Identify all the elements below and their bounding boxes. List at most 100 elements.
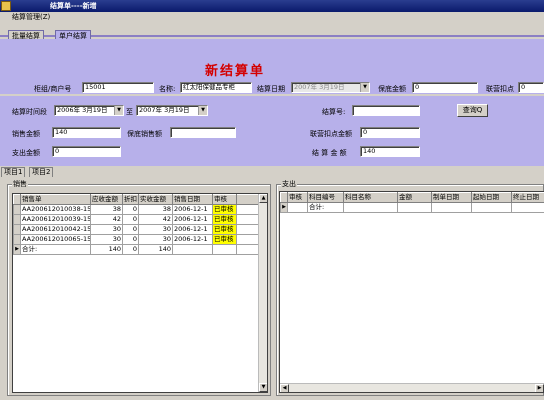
cell: AA200612010042-15 xyxy=(20,224,91,235)
tab-item1[interactable]: 项目1 xyxy=(1,167,26,177)
scroll-down-icon[interactable]: ▼ xyxy=(259,383,267,392)
period-from-picker[interactable]: 2006年 3月19日 ▼ xyxy=(54,105,124,116)
window-title-bar: 结算单----新增 xyxy=(0,0,544,12)
col-header[interactable]: 审核 xyxy=(212,194,237,205)
col-header[interactable]: 实收金额 xyxy=(138,194,173,205)
table-row[interactable]: AA200612010038-15 38 0 38 2006-12-1 已审核 xyxy=(13,204,260,215)
cell: 0 xyxy=(122,244,139,255)
status-badge: 已审核 xyxy=(212,234,237,245)
sales-vertical-scrollbar[interactable]: ▲ ▼ xyxy=(258,194,267,392)
name-input[interactable]: 红太阳保健品专柜 xyxy=(180,82,252,93)
expense-amount-input[interactable]: 0 xyxy=(52,146,121,157)
form-heading: 新结算单 xyxy=(205,64,266,79)
scroll-right-icon[interactable]: ▶ xyxy=(535,384,544,392)
sales-amount-input[interactable]: 140 xyxy=(52,127,121,138)
col-header[interactable]: 制单日期 xyxy=(431,192,472,203)
scroll-left-icon[interactable]: ◀ xyxy=(280,384,289,392)
col-header[interactable]: 销售日期 xyxy=(172,194,213,205)
period-to-label: 至 xyxy=(126,108,133,116)
cell: 0 xyxy=(122,214,139,225)
row-indicator-header xyxy=(13,194,21,205)
table-row[interactable]: AA200612010065-15 30 0 30 2006-12-1 已审核 xyxy=(13,234,260,245)
name-label: 名称: xyxy=(159,85,176,93)
cell xyxy=(236,204,260,215)
settle-date-value: 2007年 3月19日 xyxy=(294,83,345,91)
window-title: 结算单----新增 xyxy=(50,2,97,10)
cell: 42 xyxy=(138,214,173,225)
group-merchant-input[interactable]: 15001 xyxy=(82,82,154,93)
sub-tab-strip: 项目1 项目2 xyxy=(0,166,544,177)
cell: 140 xyxy=(138,244,173,255)
cell xyxy=(431,202,472,213)
cell: AA200612010039-15 xyxy=(20,214,91,225)
chevron-down-icon[interactable]: ▼ xyxy=(114,106,123,115)
cell: 42 xyxy=(90,214,123,225)
col-header[interactable]: 科目编号 xyxy=(307,192,344,203)
settle-amount-input[interactable]: 140 xyxy=(360,146,420,157)
sales-group: 销售 销售单 应收金额 折扣 实收金额 销售日期 审核 AA2006120100… xyxy=(7,179,271,396)
expense-horizontal-scrollbar[interactable]: ◀ ▶ xyxy=(280,383,544,392)
menu-bar: 结算管理(Z) xyxy=(0,12,544,23)
guaranteed-sales-label: 保底销售额 xyxy=(127,130,162,138)
col-header[interactable]: 应收金额 xyxy=(90,194,123,205)
cell xyxy=(397,202,432,213)
row-indicator-header xyxy=(280,192,288,203)
sales-group-title: 销售 xyxy=(12,179,28,189)
tab-item2[interactable]: 项目2 xyxy=(29,167,54,177)
col-header[interactable]: 审核 xyxy=(287,192,308,203)
cell: AA200612010065-15 xyxy=(20,234,91,245)
scroll-up-icon[interactable]: ▲ xyxy=(259,194,267,203)
cell xyxy=(511,202,544,213)
expense-group-title: 支出 xyxy=(281,179,297,189)
cell xyxy=(212,244,237,255)
guarantee-amount-input[interactable]: 0 xyxy=(412,82,478,93)
col-header[interactable]: 终止日期 xyxy=(511,192,544,203)
row-indicator xyxy=(13,234,21,245)
total-row[interactable]: ▶ 合计: xyxy=(280,202,544,213)
joint-deduct-input[interactable]: 0 xyxy=(518,82,544,93)
cell: 合计: xyxy=(20,244,91,255)
col-header-blank xyxy=(236,194,260,205)
expense-group: 支出 审核 科目编号 科目名称 金额 制单日期 起始日期 终止日期 ▶ 合计: … xyxy=(276,179,544,396)
expense-header-row: 审核 科目编号 科目名称 金额 制单日期 起始日期 终止日期 xyxy=(280,192,544,203)
col-header[interactable]: 销售单 xyxy=(20,194,91,205)
period-to-value: 2007年 3月19日 xyxy=(139,106,190,114)
settle-amount-label: 结 算 金 额 xyxy=(312,149,347,157)
cell xyxy=(236,244,260,255)
period-to-picker[interactable]: 2007年 3月19日 ▼ xyxy=(136,105,208,116)
settle-date-label: 结算日期 xyxy=(257,85,285,93)
col-header[interactable]: 起始日期 xyxy=(471,192,512,203)
chevron-down-icon[interactable]: ▼ xyxy=(198,106,207,115)
cell: 2006-12-1 xyxy=(172,224,213,235)
table-row[interactable]: AA200612010039-15 42 0 42 2006-12-1 已审核 xyxy=(13,214,260,225)
cell xyxy=(287,202,308,213)
sales-table: 销售单 应收金额 折扣 实收金额 销售日期 审核 AA200612010038-… xyxy=(13,194,260,255)
col-header[interactable]: 金额 xyxy=(397,192,432,203)
period-label: 结算时间段 xyxy=(12,108,47,116)
query-button[interactable]: 查询Q xyxy=(457,104,488,117)
settlement-query-panel: 结算时间段 2006年 3月19日 ▼ 至 2007年 3月19日 ▼ 结算号:… xyxy=(0,96,544,166)
current-row-arrow-icon: ▶ xyxy=(13,244,21,255)
col-header[interactable]: 科目名称 xyxy=(343,192,398,203)
cell: AA200612010038-15 xyxy=(20,204,91,215)
table-row[interactable]: AA200612010042-15 30 0 30 2006-12-1 已审核 xyxy=(13,224,260,235)
total-row[interactable]: ▶ 合计: 140 0 140 xyxy=(13,244,260,255)
cell xyxy=(236,214,260,225)
sales-grid[interactable]: 销售单 应收金额 折扣 实收金额 销售日期 审核 AA200612010038-… xyxy=(12,193,268,393)
row-indicator xyxy=(13,204,21,215)
settle-date-picker[interactable]: 2007年 3月19日 ▼ xyxy=(291,82,370,93)
cell xyxy=(236,224,260,235)
cell xyxy=(172,244,213,255)
col-header[interactable]: 折扣 xyxy=(122,194,139,205)
guaranteed-sales-input[interactable] xyxy=(170,127,236,138)
cell: 0 xyxy=(122,204,139,215)
cell xyxy=(236,234,260,245)
expense-grid[interactable]: 审核 科目编号 科目名称 金额 制单日期 起始日期 终止日期 ▶ 合计: ◀ ▶ xyxy=(279,191,544,393)
main-tab-strip: 批量结算 单户结算 xyxy=(0,24,544,40)
cell: 140 xyxy=(90,244,123,255)
settle-no-input[interactable] xyxy=(352,105,420,116)
joint-deduct-amount-input[interactable]: 0 xyxy=(360,127,420,138)
chevron-down-icon[interactable]: ▼ xyxy=(360,83,369,92)
menu-settlement-management[interactable]: 结算管理(Z) xyxy=(12,13,50,21)
cell xyxy=(343,202,398,213)
